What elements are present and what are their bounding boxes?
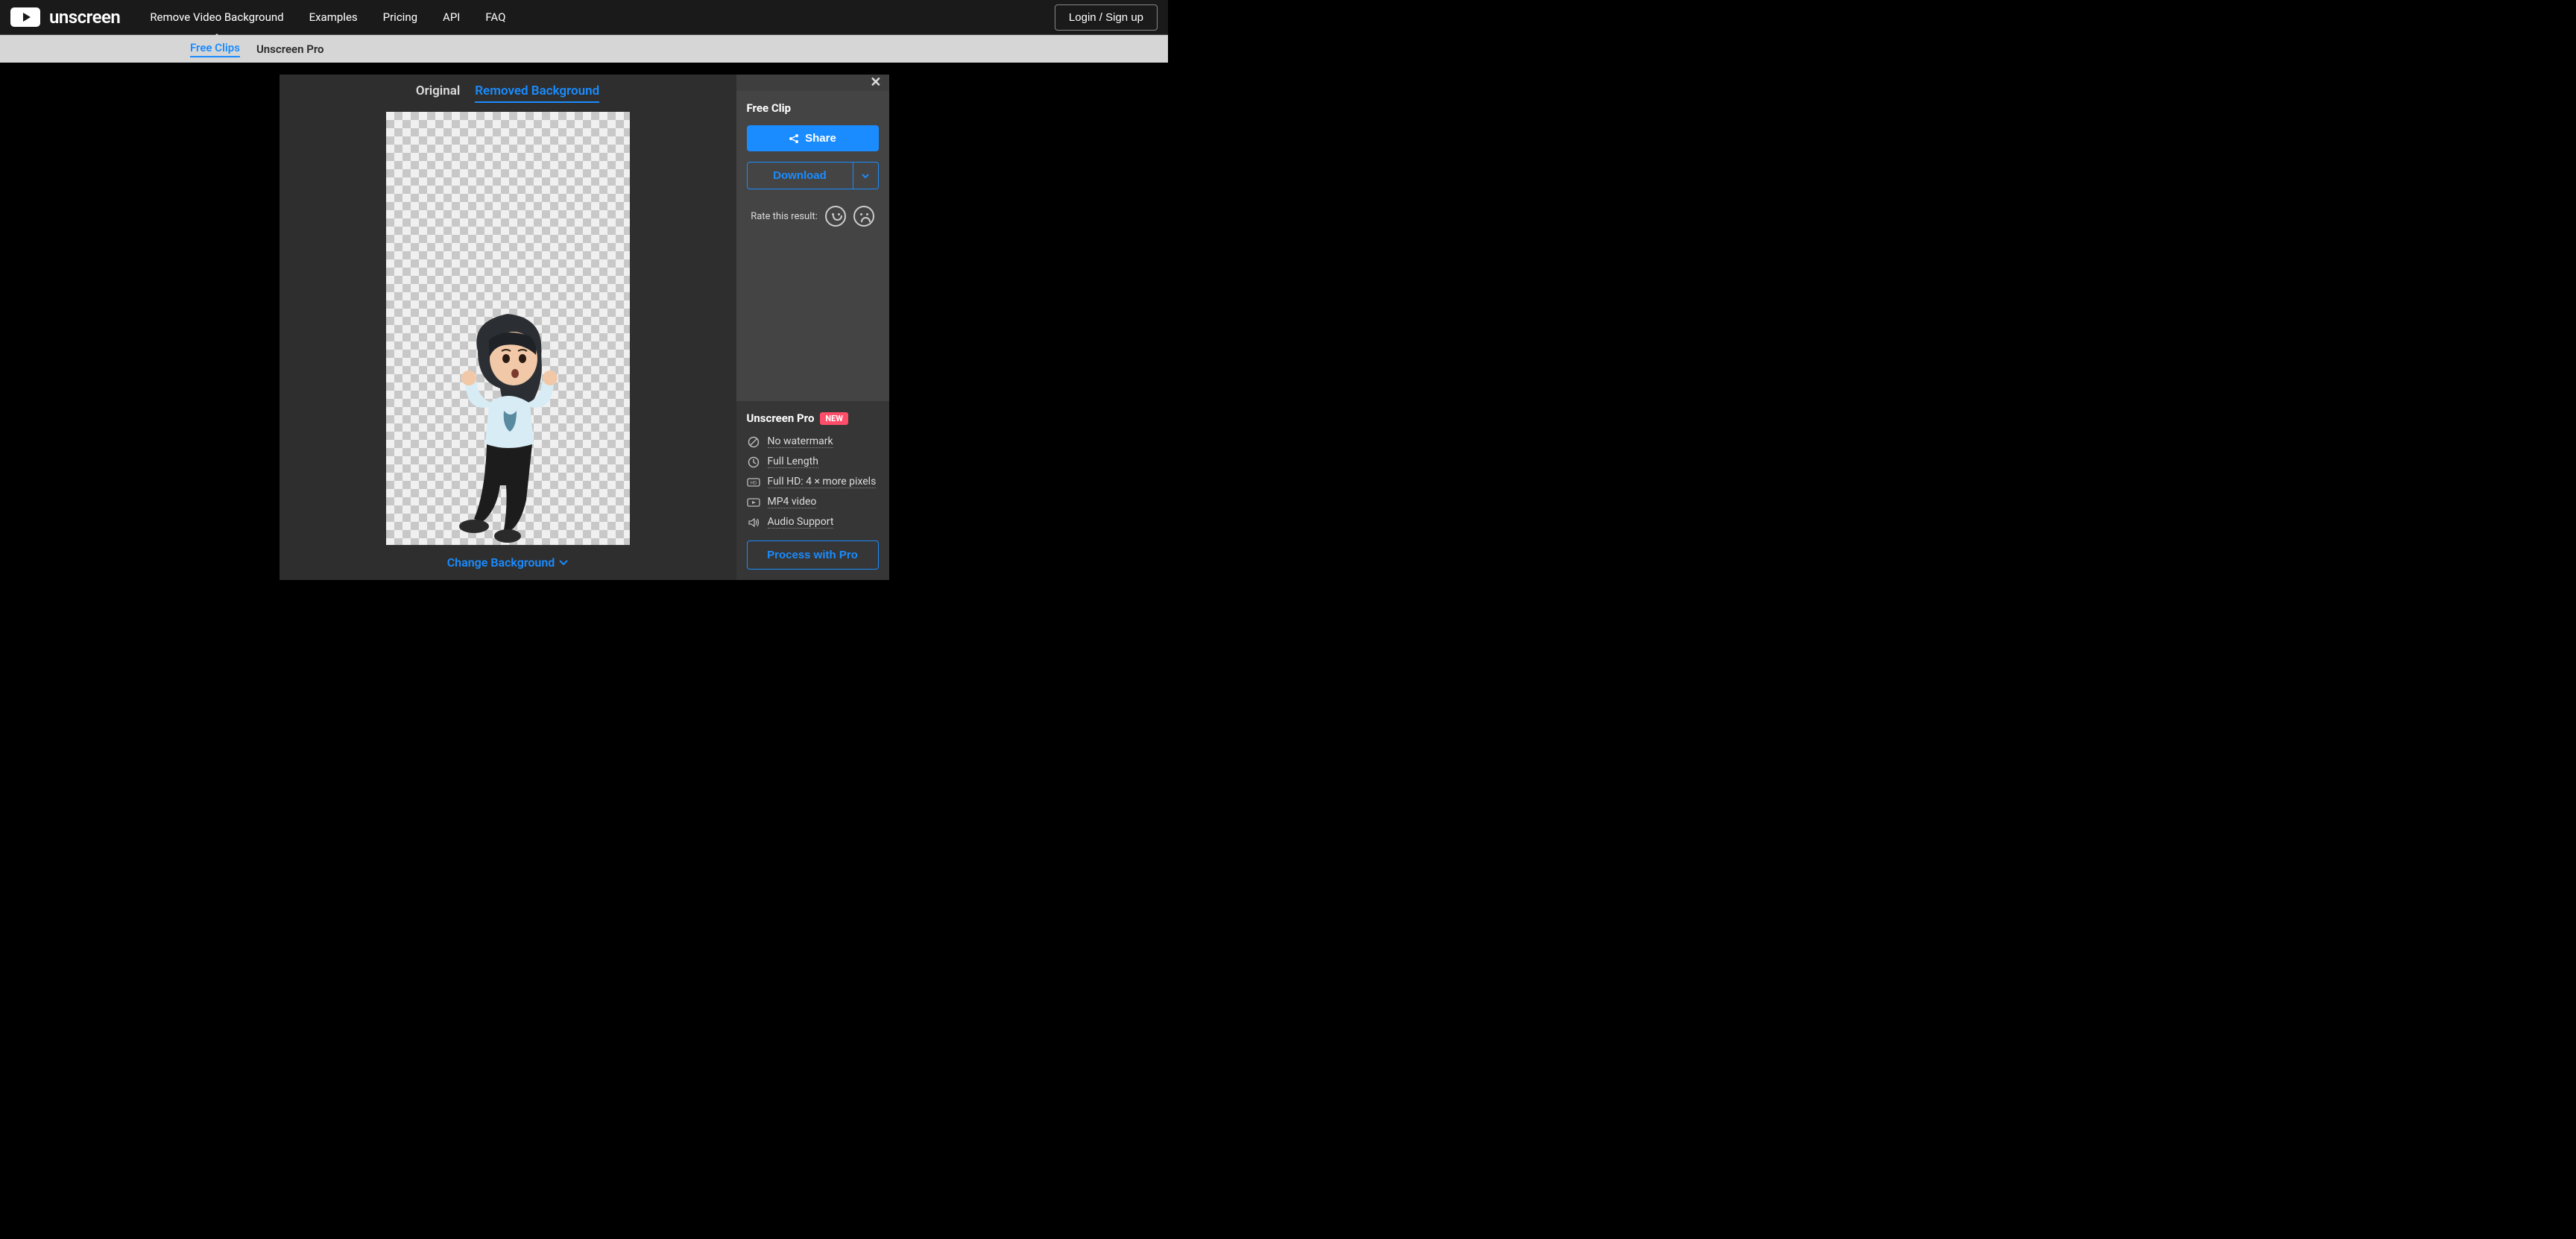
nav-examples[interactable]: Examples bbox=[309, 10, 358, 24]
sidebar: ✕ Free Clip Share Download bbox=[736, 75, 889, 580]
download-button[interactable]: Download bbox=[747, 162, 853, 189]
sidebar-spacer bbox=[736, 237, 889, 401]
feature-label: Full Length bbox=[768, 455, 818, 468]
workarea: Original Removed Background bbox=[0, 63, 1168, 580]
nav-api[interactable]: API bbox=[443, 10, 460, 24]
video-file-icon bbox=[747, 498, 760, 507]
clock-icon bbox=[747, 456, 760, 468]
feature-mp4: MP4 video bbox=[747, 496, 879, 508]
chevron-down-icon bbox=[559, 560, 568, 566]
tab-free-clips[interactable]: Free Clips bbox=[190, 41, 240, 57]
svg-text:HD: HD bbox=[750, 481, 757, 485]
share-icon bbox=[789, 133, 799, 144]
tab-original[interactable]: Original bbox=[416, 83, 460, 103]
share-label: Share bbox=[805, 132, 836, 145]
play-icon bbox=[10, 7, 40, 27]
brand-name: unscreen bbox=[49, 7, 120, 28]
sidebar-header: ✕ bbox=[736, 75, 889, 91]
share-button[interactable]: Share bbox=[747, 125, 879, 151]
pro-section: Unscreen Pro NEW No watermark Full Lengt… bbox=[736, 401, 889, 580]
new-badge: NEW bbox=[820, 412, 848, 425]
brand-logo[interactable]: unscreen bbox=[10, 7, 120, 28]
hd-icon: HD bbox=[747, 478, 760, 487]
audio-icon bbox=[747, 517, 760, 528]
change-background-label: Change Background bbox=[447, 555, 555, 570]
pro-header: Unscreen Pro NEW bbox=[747, 412, 879, 425]
rate-row: Rate this result: bbox=[747, 206, 879, 227]
tab-removed-background[interactable]: Removed Background bbox=[475, 83, 599, 103]
download-label: Download bbox=[773, 169, 827, 182]
top-navbar: unscreen Remove Video Background Example… bbox=[0, 0, 1168, 34]
feature-label: MP4 video bbox=[768, 496, 817, 508]
nav-pricing[interactable]: Pricing bbox=[383, 10, 417, 24]
free-clip-title: Free Clip bbox=[747, 101, 879, 115]
character-graphic bbox=[433, 299, 582, 545]
feature-no-watermark: No watermark bbox=[747, 435, 879, 448]
rate-label: Rate this result: bbox=[751, 211, 818, 222]
secondary-nav: Free Clips Unscreen Pro bbox=[0, 34, 1168, 63]
feature-audio: Audio Support bbox=[747, 516, 879, 529]
nav-faq[interactable]: FAQ bbox=[485, 10, 505, 24]
process-with-pro-button[interactable]: Process with Pro bbox=[747, 540, 879, 570]
editor-panel: Original Removed Background bbox=[280, 75, 889, 580]
rate-sad-icon[interactable] bbox=[853, 206, 874, 227]
download-group: Download bbox=[747, 162, 879, 189]
pro-title: Unscreen Pro bbox=[747, 412, 815, 425]
feature-full-hd: HD Full HD: 4 × more pixels bbox=[747, 476, 879, 488]
free-clip-section: Free Clip Share Download bbox=[736, 91, 889, 237]
preview-column: Original Removed Background bbox=[280, 75, 736, 580]
feature-label: Audio Support bbox=[768, 516, 834, 529]
download-dropdown-button[interactable] bbox=[853, 162, 879, 189]
active-nav-caret-icon bbox=[209, 34, 224, 41]
video-preview[interactable] bbox=[386, 112, 630, 545]
no-watermark-icon bbox=[747, 436, 760, 448]
close-icon[interactable]: ✕ bbox=[870, 76, 881, 89]
change-background-link[interactable]: Change Background bbox=[447, 555, 569, 570]
feature-full-length: Full Length bbox=[747, 455, 879, 468]
login-signup-button[interactable]: Login / Sign up bbox=[1055, 4, 1158, 31]
nav-remove-bg[interactable]: Remove Video Background bbox=[150, 10, 283, 24]
feature-label: Full HD: 4 × more pixels bbox=[768, 476, 877, 488]
caret-down-icon bbox=[862, 174, 869, 178]
rate-happy-icon[interactable] bbox=[825, 206, 846, 227]
feature-label: No watermark bbox=[768, 435, 833, 448]
primary-nav: Remove Video Background Examples Pricing… bbox=[150, 10, 1055, 24]
tab-unscreen-pro[interactable]: Unscreen Pro bbox=[256, 42, 324, 56]
view-tabs: Original Removed Background bbox=[416, 83, 599, 103]
